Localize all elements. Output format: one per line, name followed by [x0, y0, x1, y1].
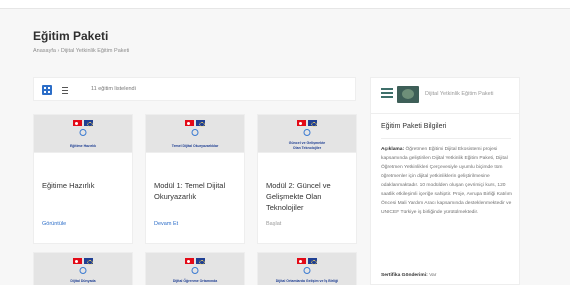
- turkey-flag-icon: [73, 120, 82, 126]
- eu-flag-icon: [84, 258, 93, 265]
- thumbnail-label: Güncel ve Gelişmekte Olan Teknolojiler: [288, 141, 326, 150]
- continue-button[interactable]: Devam Et: [154, 221, 178, 227]
- description-text: Öğretmen Eğitimi Dijital Ekosistemi proj…: [381, 147, 512, 216]
- eu-flag-icon: [196, 258, 205, 265]
- logo-icon: [303, 267, 311, 274]
- training-card[interactable]: Dijital Ortamlarda Gelişim ve İş Birliği: [257, 252, 357, 285]
- grid-view-button[interactable]: [42, 85, 52, 95]
- breadcrumb: Anasayfa › Dijital Yetkinlik Eğitim Pake…: [33, 48, 129, 54]
- certificate-label: Sertifika Gönderimi:: [381, 273, 428, 278]
- eu-flag-icon: [84, 120, 93, 127]
- turkey-flag-icon: [185, 258, 194, 264]
- breadcrumb-current: Dijital Yetkinlik Eğitim Paketi: [60, 48, 130, 54]
- training-card[interactable]: Dijital Öğrenme Ortamında: [145, 252, 245, 285]
- divider: [381, 138, 511, 139]
- training-title[interactable]: Eğitime Hazırlık: [42, 181, 95, 192]
- flag-icons: [297, 258, 317, 265]
- flag-icons: [185, 258, 205, 265]
- training-card[interactable]: Dijital Dünyada: [33, 252, 133, 285]
- eu-flag-icon: [308, 258, 317, 265]
- training-thumbnail: Güncel ve Gelişmekte Olan Teknolojiler: [258, 115, 356, 153]
- package-image: [397, 86, 419, 103]
- turkey-flag-icon: [185, 120, 194, 126]
- list-toolbar: 11 eğitim listelendi: [33, 77, 356, 101]
- thumbnail-label: Dijital Ortamlarda Gelişim ve İş Birliği: [275, 279, 339, 283]
- training-title[interactable]: Modül 1: Temel Dijital Okuryazarlık: [154, 181, 244, 203]
- project-logo-icon: [381, 88, 393, 104]
- thumbnail-label: Dijital Öğrenme Ortamında: [172, 279, 218, 283]
- thumbnail-label: Temel Dijital Okuryazarlıklar: [171, 144, 219, 148]
- eu-flag-icon: [308, 120, 317, 127]
- flag-icons: [73, 258, 93, 265]
- logo-icon: [303, 129, 311, 136]
- certificate-value: Var: [429, 273, 437, 278]
- top-navbar: [0, 0, 570, 9]
- flag-icons: [297, 120, 317, 127]
- view-button[interactable]: Görüntüle: [42, 221, 66, 227]
- training-card[interactable]: Temel Dijital Okuryazarlıklar Modül 1: T…: [145, 114, 245, 244]
- package-header: Dijital Yetkinlik Eğitim Paketi: [371, 78, 519, 114]
- training-card[interactable]: Eğitime Hazırlık Eğitime Hazırlık Görünt…: [33, 114, 133, 244]
- thumbnail-label: Eğitime Hazırlık: [69, 144, 97, 148]
- training-thumbnail: Dijital Ortamlarda Gelişim ve İş Birliği: [258, 253, 356, 285]
- package-info-panel: Dijital Yetkinlik Eğitim Paketi Eğitim P…: [370, 77, 520, 285]
- result-count: 11 eğitim listelendi: [91, 86, 136, 92]
- logo-icon: [191, 129, 199, 136]
- flag-icons: [185, 120, 205, 127]
- breadcrumb-home-link[interactable]: Anasayfa: [33, 48, 56, 54]
- package-description: Açıklama: Öğretmen Eğitimi Dijital Ekosi…: [381, 145, 515, 218]
- breadcrumb-separator: ›: [57, 48, 60, 54]
- logo-icon: [191, 267, 199, 274]
- eu-flag-icon: [196, 120, 205, 127]
- training-thumbnail: Eğitime Hazırlık: [34, 115, 132, 153]
- turkey-flag-icon: [73, 258, 82, 264]
- certificate-info: Sertifika Gönderimi: Var: [381, 273, 436, 278]
- list-view-button[interactable]: [60, 85, 70, 95]
- turkey-flag-icon: [297, 258, 306, 264]
- package-name: Dijital Yetkinlik Eğitim Paketi: [425, 91, 494, 97]
- training-title[interactable]: Modül 2: Güncel ve Gelişmekte Olan Tekno…: [266, 181, 346, 214]
- package-info-title: Eğitim Paketi Bilgileri: [381, 123, 447, 130]
- page-title: Eğitim Paketi: [33, 29, 109, 43]
- logo-icon: [79, 129, 87, 136]
- turkey-flag-icon: [297, 120, 306, 126]
- description-label: Açıklama:: [381, 147, 405, 152]
- flag-icons: [73, 120, 93, 127]
- start-button[interactable]: Başlat: [266, 221, 281, 227]
- training-thumbnail: Dijital Öğrenme Ortamında: [146, 253, 244, 285]
- logo-icon: [79, 267, 87, 274]
- training-thumbnail: Dijital Dünyada: [34, 253, 132, 285]
- training-thumbnail: Temel Dijital Okuryazarlıklar: [146, 115, 244, 153]
- training-card[interactable]: Güncel ve Gelişmekte Olan Teknolojiler M…: [257, 114, 357, 244]
- thumbnail-label: Dijital Dünyada: [70, 279, 96, 283]
